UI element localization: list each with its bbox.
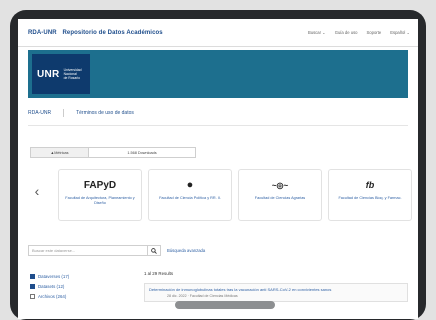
breadcrumb: RDA-UNR Términos de uso de datos [28, 109, 134, 117]
logo-text: UNR [37, 69, 60, 80]
filter-label: Archivos (264) [38, 294, 66, 299]
globe-logo-icon: ● [187, 178, 194, 192]
bioquimica-logo-icon: fb [366, 178, 375, 192]
fapyd-logo-icon: FAPyD [84, 178, 116, 192]
top-navbar: RDA-UNR Repositorio de Datos Académicos … [18, 19, 418, 47]
hero-banner: UNR Universidad Nacional de Rosario [28, 50, 408, 98]
agrarias-logo-icon: ~◎~ [272, 178, 288, 192]
filter-dataverses[interactable]: Dataverses (17) [30, 271, 69, 281]
facet-filters: Dataverses (17) Datasets (12) Archivos (… [30, 271, 69, 301]
divider [28, 125, 408, 126]
checkbox[interactable] [30, 274, 35, 279]
checkbox[interactable] [30, 284, 35, 289]
search-input[interactable]: Buscar este dataverse... [28, 245, 148, 256]
browser-screen: RDA-UNR Repositorio de Datos Académicos … [18, 19, 418, 319]
carousel-card-fapyd[interactable]: FAPyD Facultad de Arquitectura, Planeami… [58, 169, 142, 221]
search-bar: Buscar este dataverse... Búsqueda avanza… [28, 245, 205, 256]
result-title[interactable]: Determinación de inmunoglobulinas totale… [149, 287, 403, 292]
home-indicator [175, 301, 275, 309]
card-label: Facultad de Ciencias Agrarias [251, 196, 309, 201]
carousel-prev-arrow[interactable]: ‹ [28, 183, 46, 199]
nav-guia[interactable]: Guía de uso [335, 30, 358, 35]
results-count: 1 al 29 Results [144, 271, 173, 276]
filter-label: Dataverses (17) [38, 274, 69, 279]
breadcrumb-separator [63, 109, 64, 117]
brand-short[interactable]: RDA-UNR [28, 30, 57, 36]
breadcrumb-terms[interactable]: Términos de uso de datos [76, 110, 134, 116]
filter-datasets[interactable]: Datasets (12) [30, 281, 69, 291]
nav-links: Buscar ⌄ Guía de uso Soporte Español ⌄ [308, 30, 410, 35]
tab-metrics[interactable]: ▲Métricas [31, 148, 89, 157]
tab-downloads[interactable]: 1.568 Downloads [89, 148, 195, 157]
brand-title[interactable]: Repositorio de Datos Académicos [62, 30, 162, 36]
card-label: Facultad de Ciencia Política y RR. II. [155, 196, 225, 201]
advanced-search-link[interactable]: Búsqueda avanzada [167, 248, 205, 253]
search-icon [151, 248, 157, 254]
checkbox[interactable] [30, 294, 35, 299]
breadcrumb-home[interactable]: RDA-UNR [28, 110, 51, 116]
carousel-card-bioquimica[interactable]: fb Facultad de Ciencias Bioq. y Farmac. [328, 169, 412, 221]
result-meta: 28 dic. 2022 · Facultad de Ciencias Médi… [149, 294, 403, 298]
logo-subtitle: Universidad Nacional de Rosario [64, 68, 82, 80]
nav-buscar[interactable]: Buscar ⌄ [308, 30, 326, 35]
card-label: Facultad de Ciencias Bioq. y Farmac. [334, 196, 405, 201]
metrics-tabs: ▲Métricas 1.568 Downloads [30, 147, 196, 158]
unr-logo[interactable]: UNR Universidad Nacional de Rosario [32, 54, 90, 94]
brand[interactable]: RDA-UNR Repositorio de Datos Académicos [28, 30, 167, 36]
filter-label: Datasets (12) [38, 284, 64, 289]
result-item[interactable]: Determinación de inmunoglobulinas totale… [144, 283, 408, 302]
nav-soporte[interactable]: Soporte [367, 30, 382, 35]
filter-files[interactable]: Archivos (264) [30, 291, 69, 301]
card-label: Facultad de Arquitectura, Planeamiento y… [59, 196, 141, 206]
carousel-card-agrarias[interactable]: ~◎~ Facultad de Ciencias Agrarias [238, 169, 322, 221]
featured-carousel: ‹ FAPyD Facultad de Arquitectura, Planea… [28, 169, 418, 221]
logo-subtitle-line: de Rosario [64, 76, 82, 80]
search-button[interactable] [148, 245, 161, 256]
nav-language[interactable]: Español ⌄ [390, 30, 410, 35]
carousel-card-politica[interactable]: ● Facultad de Ciencia Política y RR. II. [148, 169, 232, 221]
